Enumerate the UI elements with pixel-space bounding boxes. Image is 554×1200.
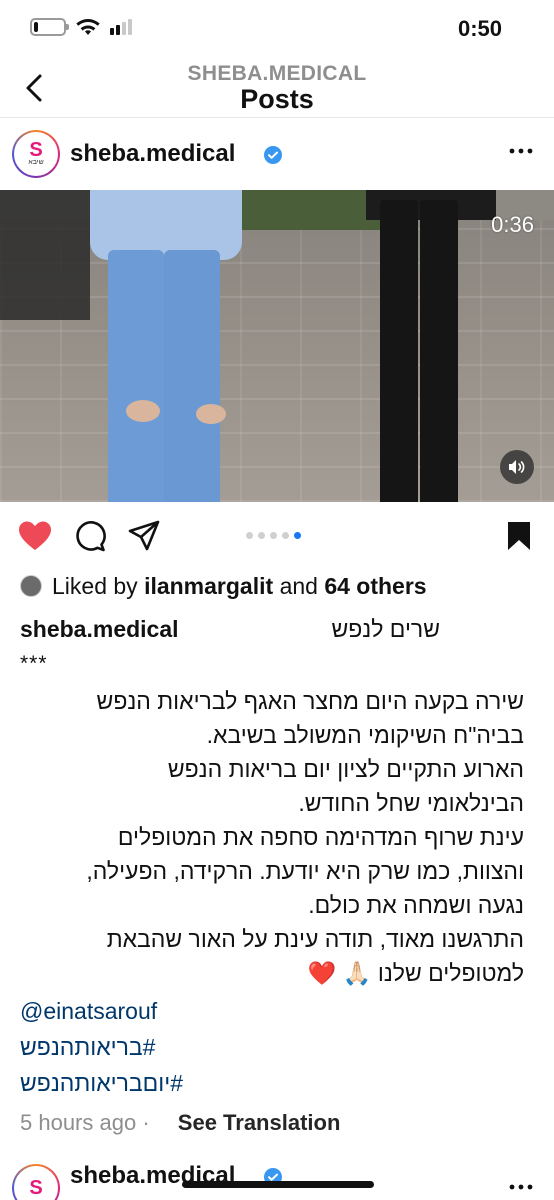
speaker-icon	[509, 460, 525, 474]
caption-line: עינת שרוף המדהימה סחפה את המטופלים	[117, 824, 524, 850]
video-frame-figures	[0, 190, 554, 502]
carousel-dot	[246, 532, 253, 539]
status-bar: 0:50	[0, 0, 554, 60]
caption-body: שירה בקעה היום מחצר האגף לבריאות הנפש בב…	[4, 684, 524, 990]
caption-mention[interactable]: @einatsarouf	[20, 998, 157, 1025]
share-send-icon[interactable]	[128, 520, 160, 552]
liked-by-middle: and	[279, 572, 318, 599]
caption-line: והצוות, כמו שרק היא יודעת. הרקידה, הפעיל…	[86, 858, 524, 884]
caption-header: sheba.medical שרים לנפש	[20, 616, 524, 646]
liker-avatar	[20, 575, 42, 597]
carousel-indicator	[246, 532, 301, 539]
cellular-signal-icon	[110, 19, 132, 35]
avatar-logo-letter: S	[29, 139, 43, 161]
post-meta: 5 hours ago · See Translation	[20, 1110, 340, 1136]
post-actions	[0, 512, 554, 560]
meta-separator: ·	[142, 1110, 150, 1135]
post-header: S שיבא sheba.medical	[0, 118, 554, 190]
post-username[interactable]: sheba.medical	[70, 140, 235, 168]
caption-line: שירה בקעה היום מחצר האגף לבריאות הנפש	[96, 688, 524, 714]
home-indicator[interactable]	[182, 1181, 374, 1188]
liked-by-user[interactable]: ilanmargalit	[144, 573, 273, 600]
caption-line: בביה"ח השיקומי המשולב בשיבא.	[206, 722, 524, 748]
comment-icon[interactable]	[74, 520, 106, 552]
liked-by-prefix: Liked by	[52, 572, 138, 599]
caption-hashtag[interactable]: #יוםבריאותהנפש	[20, 1070, 183, 1097]
caption-hashtag[interactable]: #בריאותהנפש	[20, 1034, 155, 1061]
caption-line: הארוע התקיים לציון יום בריאות הנפש	[167, 756, 524, 782]
save-bookmark-icon[interactable]	[506, 520, 532, 552]
carousel-dot	[282, 532, 289, 539]
caption-title: שרים לנפש	[331, 616, 440, 642]
carousel-dot	[270, 532, 277, 539]
carousel-dot	[258, 532, 265, 539]
account-name: SHEBA.MEDICAL	[187, 62, 367, 85]
more-options-icon[interactable]	[508, 1182, 534, 1192]
avatar-logo-letter: S	[29, 1177, 43, 1199]
liked-by-others[interactable]: 64 others	[324, 573, 426, 600]
next-post-avatar[interactable]: S	[12, 1164, 60, 1200]
more-options-icon[interactable]	[508, 146, 534, 156]
sound-toggle-button[interactable]	[500, 450, 534, 484]
clock: 0:50	[457, 16, 502, 41]
caption-separator: ***	[20, 652, 48, 675]
caption-line: התרגשנו מאוד, תודה עינת על האור שהבאת	[106, 926, 524, 952]
page-header: SHEBA.MEDICAL Posts	[0, 60, 554, 118]
post-timestamp: 5 hours ago	[20, 1110, 137, 1135]
next-post-header: S sheba.medical	[0, 1152, 554, 1200]
verified-badge-icon	[264, 146, 282, 164]
liked-by[interactable]: Liked by ilanmargalit and 64 others	[20, 570, 427, 602]
caption-username[interactable]: sheba.medical	[20, 616, 179, 643]
wifi-icon	[76, 18, 100, 36]
see-translation-link[interactable]: See Translation	[178, 1110, 341, 1135]
avatar[interactable]: S שיבא	[12, 130, 60, 178]
like-heart-icon[interactable]	[18, 520, 52, 552]
post-video[interactable]: 0:36	[0, 190, 554, 502]
video-duration: 0:36	[491, 212, 534, 237]
caption-line: למטופלים שלנו 🙏🏻 ❤️	[307, 960, 524, 986]
caption-line: נגעה ושמחה את כולם.	[308, 892, 524, 918]
carousel-dot	[294, 532, 301, 539]
caption-line: הבינלאומי שחל החודש.	[298, 790, 524, 816]
page-title: Posts	[240, 84, 314, 114]
battery-icon	[30, 18, 69, 36]
avatar-logo-word: שיבא	[28, 159, 44, 166]
